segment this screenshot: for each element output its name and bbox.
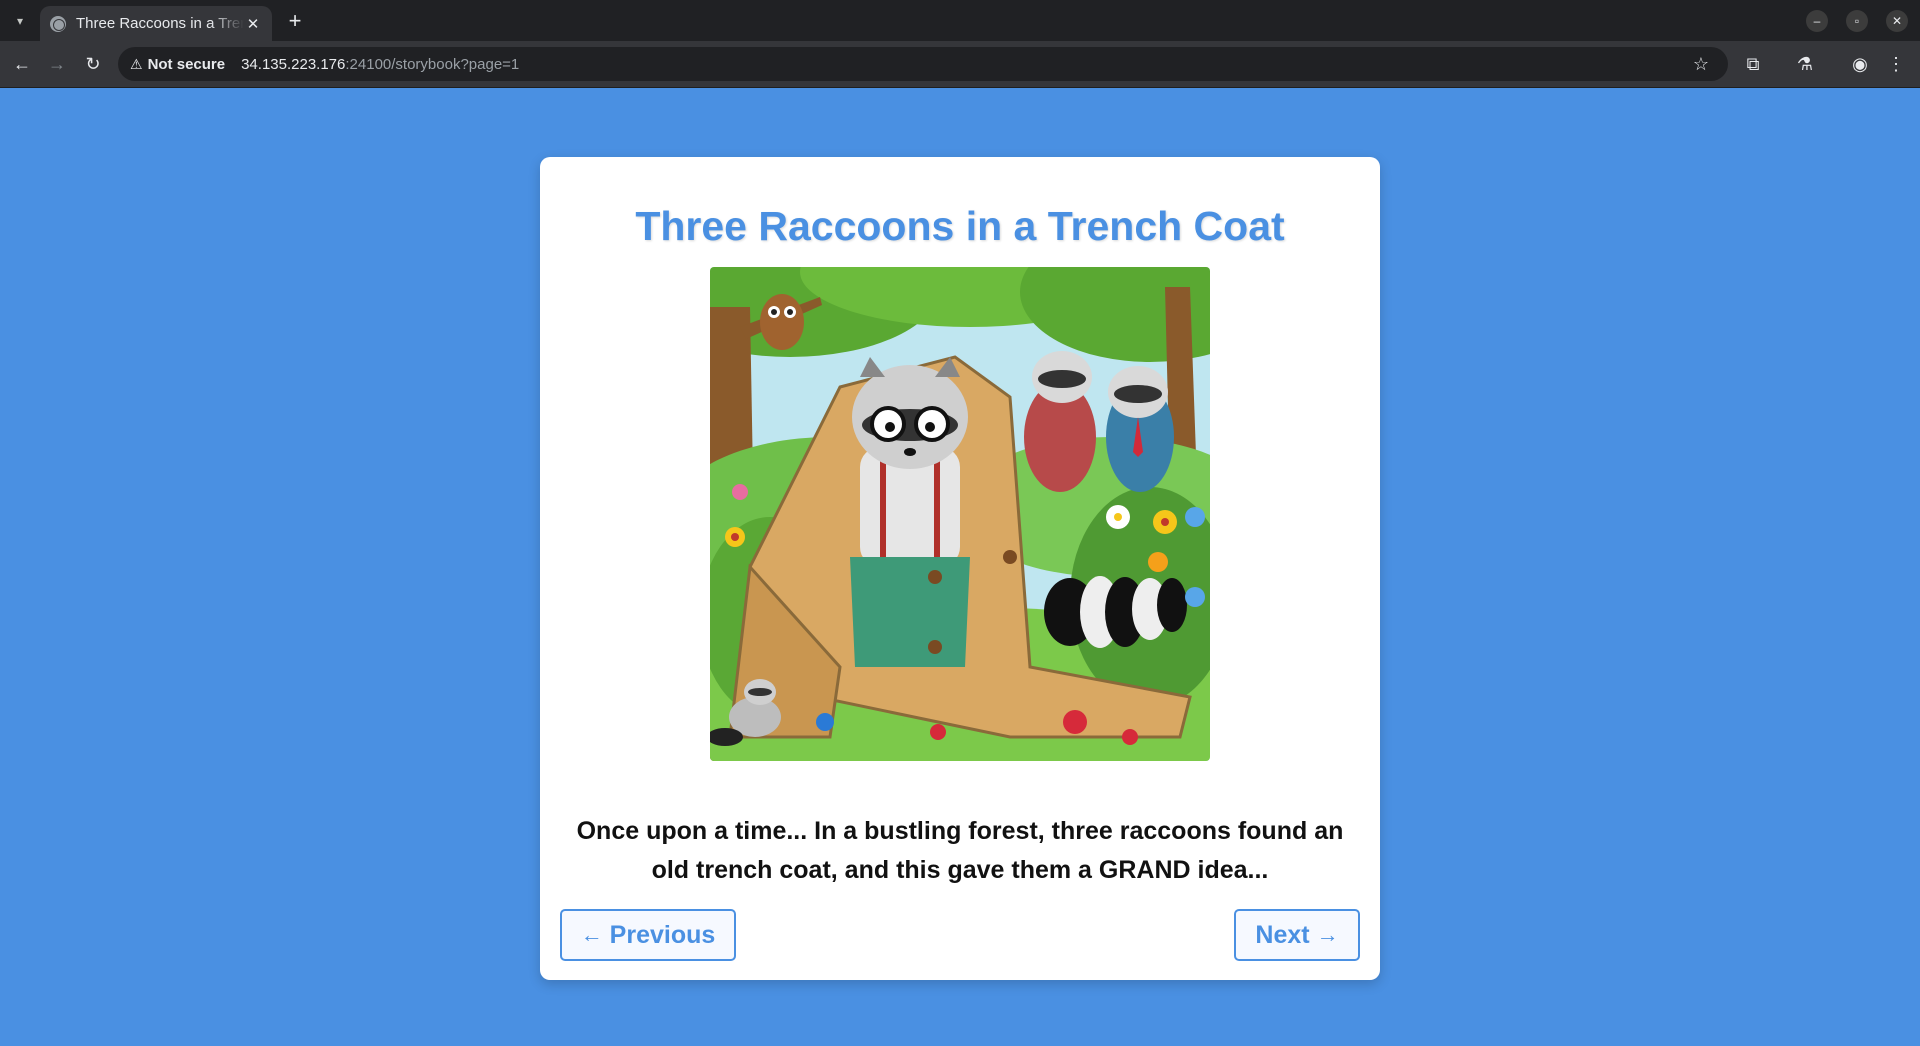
left-arrow-icon: ← (580, 922, 603, 947)
security-status[interactable]: Not secure (148, 56, 226, 73)
address-bar[interactable]: ⚠ Not secure 34.135.223.176:24100/storyb… (118, 47, 1728, 81)
previous-button-label: Previous (609, 920, 716, 949)
storybook-card: Three Raccoons in a Trench Coat Once upo… (540, 157, 1380, 980)
globe-icon (50, 15, 66, 32)
menu-kebab-icon[interactable]: ⋮ (1883, 51, 1909, 77)
raccoon-in-trench-coat-illustration (710, 267, 1210, 761)
labs-flask-icon[interactable]: ⚗ (1792, 51, 1818, 77)
new-tab-button[interactable]: + (282, 8, 308, 34)
reload-icon[interactable]: ↻ (80, 51, 106, 77)
profile-avatar-icon[interactable]: ◉ (1847, 51, 1873, 77)
restore-window-icon[interactable]: ▫ (1846, 10, 1868, 32)
next-button-label: Next (1255, 920, 1310, 949)
right-arrow-icon: → (1316, 922, 1339, 947)
tab-search-chevron-icon[interactable]: ▾ (8, 9, 32, 33)
tab-close-icon[interactable]: ✕ (244, 15, 262, 33)
tab-title: Three Raccoons in a Trench Coat (76, 15, 244, 32)
url-path: :24100/storybook?page=1 (345, 55, 520, 73)
extensions-puzzle-icon[interactable]: ⧉ (1740, 51, 1766, 77)
url-host: 34.135.223.176 (241, 55, 346, 73)
story-illustration (710, 267, 1210, 761)
warning-triangle-icon: ⚠ (130, 55, 143, 72)
bookmark-star-icon[interactable]: ☆ (1688, 51, 1714, 77)
next-button[interactable]: Next → (1234, 909, 1360, 961)
back-arrow-icon[interactable]: ← (9, 51, 35, 77)
previous-button[interactable]: ← Previous (560, 909, 736, 961)
forward-arrow-icon[interactable]: → (44, 51, 70, 77)
browser-tab[interactable]: Three Raccoons in a Trench Coat ✕ (40, 6, 272, 41)
browser-toolbar: ← → ↻ ⚠ Not secure 34.135.223.176:24100/… (0, 41, 1920, 88)
close-window-icon[interactable]: ✕ (1886, 10, 1908, 32)
browser-tabstrip: ▾ Three Raccoons in a Trench Coat ✕ + – … (0, 0, 1920, 41)
story-text: Once upon a time... In a bustling forest… (576, 817, 1344, 884)
story-title: Three Raccoons in a Trench Coat (635, 203, 1285, 249)
minimize-window-icon[interactable]: – (1806, 10, 1828, 32)
